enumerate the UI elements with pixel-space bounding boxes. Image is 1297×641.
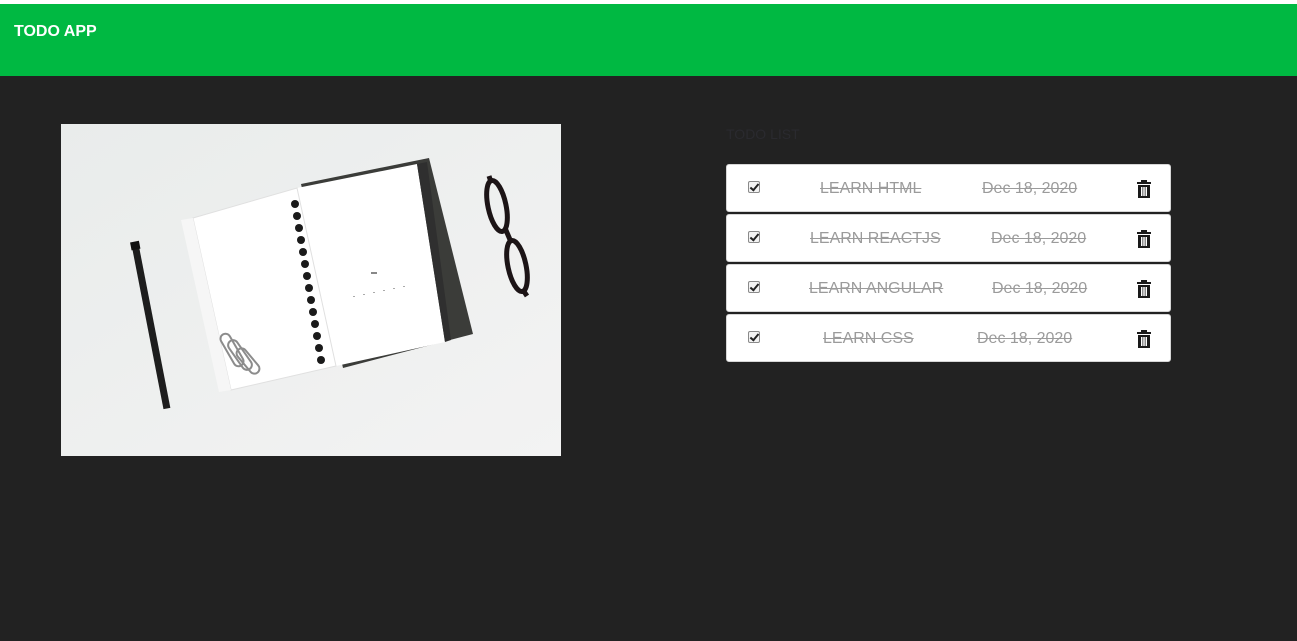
trash-icon[interactable] <box>1136 280 1152 298</box>
trash-icon[interactable] <box>1136 330 1152 348</box>
todo-item: LEARN HTML Dec 18, 2020 <box>726 164 1171 212</box>
trash-icon[interactable] <box>1136 230 1152 248</box>
todo-title: LEARN HTML <box>820 180 922 197</box>
todo-date: Dec 18, 2020 <box>982 180 1078 197</box>
trash-icon[interactable] <box>1136 180 1152 198</box>
todo-date: Dec 18, 2020 <box>991 230 1087 247</box>
notebook-photo <box>61 124 561 456</box>
todo-checkbox[interactable] <box>748 331 760 343</box>
todo-title: LEARN ANGULAR <box>809 280 944 297</box>
todo-list: LEARN HTML Dec 18, 2020 LEARN REACTJS De… <box>726 164 1171 362</box>
todo-checkbox[interactable] <box>748 231 760 243</box>
todo-item: LEARN ANGULAR Dec 18, 2020 <box>726 264 1171 312</box>
todo-item: LEARN REACTJS Dec 18, 2020 <box>726 214 1171 262</box>
app-title: TODO APP <box>14 23 97 40</box>
todo-date: Dec 18, 2020 <box>992 280 1088 297</box>
todo-item: LEARN CSS Dec 18, 2020 <box>726 314 1171 362</box>
todo-list-heading: TODO LIST <box>726 126 800 142</box>
todo-checkbox[interactable] <box>748 281 760 293</box>
app-header: TODO APP <box>0 4 1297 76</box>
todo-title: LEARN REACTJS <box>810 230 941 247</box>
todo-checkbox[interactable] <box>748 181 760 193</box>
todo-title: LEARN CSS <box>823 330 914 347</box>
todo-date: Dec 18, 2020 <box>977 330 1073 347</box>
hero-image <box>61 124 561 456</box>
